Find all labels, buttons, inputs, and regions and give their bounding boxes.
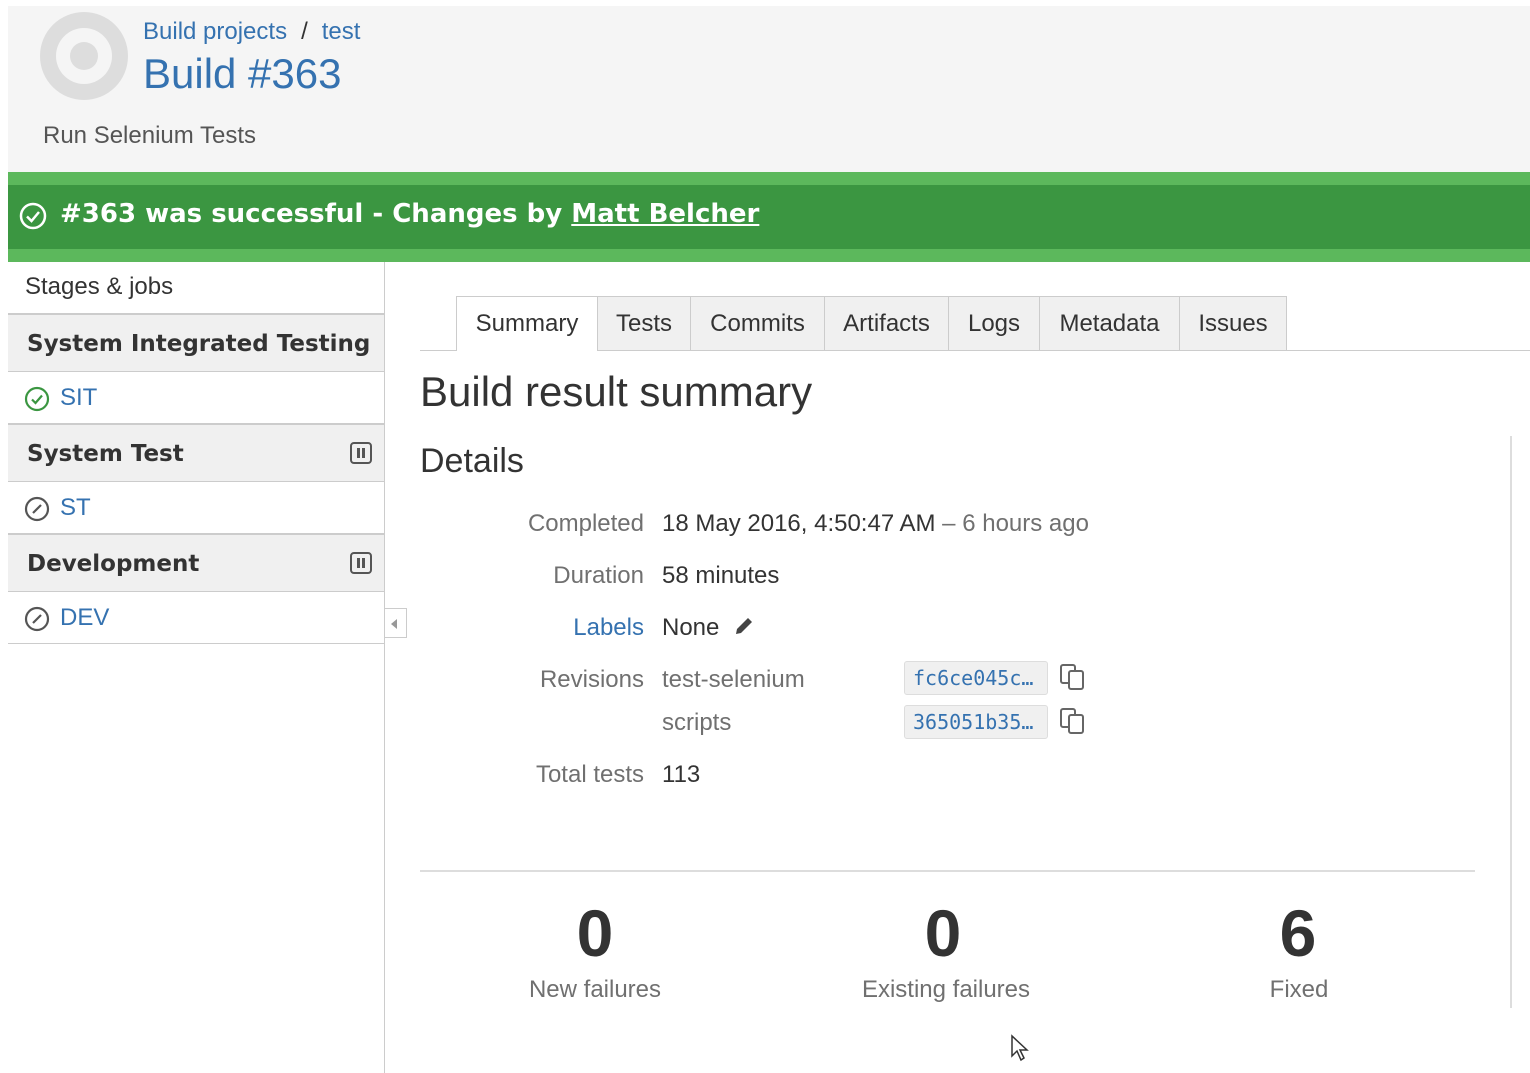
edit-pencil-icon[interactable] (732, 614, 756, 638)
revision-hash[interactable]: 365051b35… (904, 705, 1048, 739)
tab-tests[interactable]: Tests (597, 296, 691, 350)
not-run-icon (24, 606, 50, 632)
job-name[interactable]: ST (60, 494, 91, 521)
stage-system-test: System Test (8, 424, 384, 482)
tab-issues[interactable]: Issues (1179, 296, 1287, 350)
tab-metadata[interactable]: Metadata (1039, 296, 1180, 350)
breadcrumb-test[interactable]: test (322, 18, 361, 45)
page-title[interactable]: Build #363 (143, 50, 342, 98)
total-tests-value: 113 (662, 761, 701, 788)
completed-label: Completed (527, 510, 644, 537)
revision-hash[interactable]: fc6ce045c… (904, 661, 1048, 695)
labels-text: None (662, 614, 720, 641)
tab-logs[interactable]: Logs (948, 296, 1040, 350)
stage-name: Development (27, 551, 200, 577)
job-name[interactable]: DEV (60, 604, 109, 631)
stage-name: System Test (27, 441, 184, 467)
existing-failures-count: 0 (924, 896, 962, 970)
manual-stage-pause-icon[interactable] (350, 442, 372, 464)
job-sit[interactable]: SIT (8, 372, 384, 424)
sidebar-collapse-handle[interactable] (385, 608, 407, 638)
new-failures-count: 0 (576, 896, 614, 970)
new-failures-label: New failures (528, 976, 662, 1003)
revision-repo: scripts (662, 709, 732, 736)
section-divider (420, 870, 1475, 872)
breadcrumb: Build projects / test (143, 18, 360, 46)
plan-description: Run Selenium Tests (43, 122, 256, 149)
job-name[interactable]: SIT (60, 384, 97, 411)
build-status-message: #363 was successful - Changes by Matt Be… (60, 199, 759, 229)
job-dev[interactable]: DEV (8, 592, 384, 644)
manual-stage-pause-icon[interactable] (350, 552, 372, 574)
success-icon (24, 386, 50, 412)
breadcrumb-build-projects[interactable]: Build projects (143, 18, 287, 45)
stage-name: System Integrated Testing (27, 331, 371, 357)
tab-bar: Summary Tests Commits Artifacts Logs Met… (420, 296, 1530, 351)
completed-datetime: 18 May 2016, 4:50:47 AM (662, 510, 936, 537)
existing-failures-label: Existing failures (861, 976, 1031, 1003)
details-title: Details (420, 442, 524, 480)
total-tests-label: Total tests (535, 761, 644, 788)
copy-icon[interactable] (1058, 706, 1088, 736)
completed-value: 18 May 2016, 4:50:47 AM – 6 hours ago (662, 510, 1089, 538)
author-link[interactable]: Matt Belcher (571, 199, 759, 229)
labels-link[interactable]: Labels (573, 614, 644, 642)
tab-commits[interactable]: Commits (690, 296, 825, 350)
status-text: #363 was successful - Changes by (60, 199, 572, 229)
duration-value: 58 minutes (662, 562, 780, 589)
copy-icon[interactable] (1058, 662, 1088, 692)
content-divider (1510, 436, 1512, 1008)
tab-artifacts[interactable]: Artifacts (824, 296, 949, 350)
duration-label: Duration (553, 562, 644, 589)
stages-sidebar: Stages & jobs System Integrated Testing … (8, 262, 385, 1073)
job-st[interactable]: ST (8, 482, 384, 534)
success-check-icon (19, 202, 47, 230)
not-run-icon (24, 496, 50, 522)
stage-system-integrated-testing: System Integrated Testing (8, 314, 384, 372)
build-status-banner: #363 was successful - Changes by Matt Be… (8, 172, 1530, 262)
tab-summary[interactable]: Summary (456, 296, 598, 351)
bamboo-logo-icon (40, 12, 128, 100)
labels-value: None (662, 614, 756, 642)
completed-relative: – 6 hours ago (935, 510, 1089, 537)
fixed-label: Fixed (1269, 976, 1329, 1003)
mouse-cursor-icon (1011, 1034, 1029, 1062)
revision-repo: test-selenium (662, 666, 805, 693)
build-result-summary-title: Build result summary (420, 368, 813, 415)
sidebar-heading: Stages & jobs (8, 262, 384, 314)
breadcrumb-separator: / (301, 18, 308, 45)
fixed-count: 6 (1279, 896, 1317, 970)
plan-header: Build projects / test Build #363 Run Selen… (8, 6, 1530, 172)
revisions-label: Revisions (539, 666, 644, 693)
stage-development: Development (8, 534, 384, 592)
